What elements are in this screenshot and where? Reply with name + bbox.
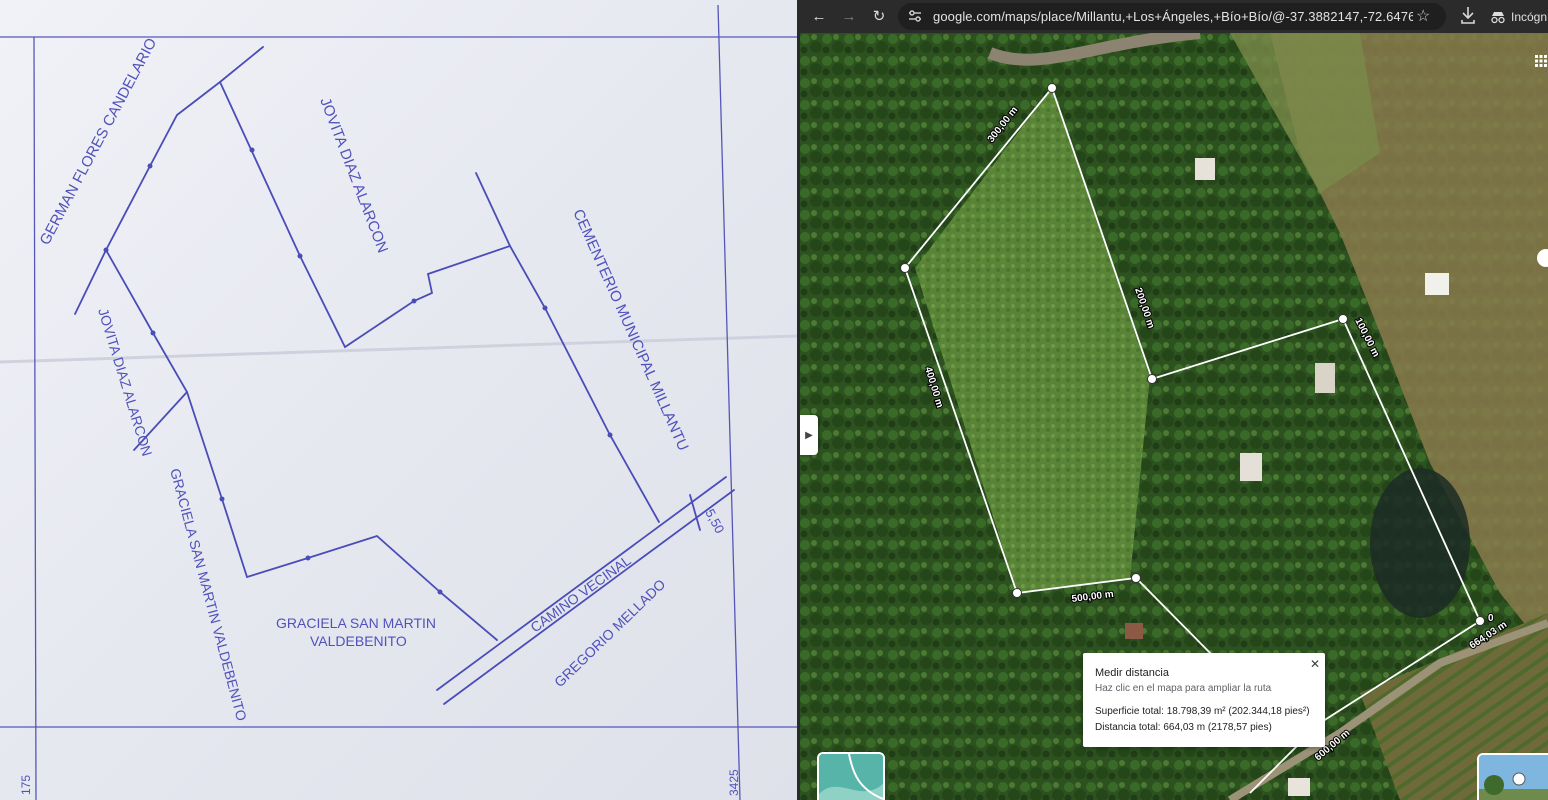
measure-distance-card: Medir distancia Haz clic en el mapa para… xyxy=(1083,653,1325,747)
layers-toggle-button[interactable] xyxy=(817,752,885,800)
route-vertex[interactable] xyxy=(1475,616,1485,626)
route-vertex[interactable] xyxy=(1131,573,1141,583)
browser-toolbar: ← → ↻ google.com/maps/place/Millantu,+Lo… xyxy=(800,0,1548,33)
url-text: google.com/maps/place/Millantu,+Los+Ánge… xyxy=(933,9,1413,24)
measure-hint: Haz clic en el mapa para ampliar la ruta xyxy=(1095,683,1272,694)
map-control-button[interactable] xyxy=(1537,249,1548,267)
house-roof xyxy=(1315,363,1335,393)
street-view-preview xyxy=(1479,755,1548,800)
browser-window: ← → ↻ google.com/maps/place/Millantu,+Lo… xyxy=(800,0,1548,800)
route-start-marker: 0 xyxy=(1488,613,1494,624)
close-icon[interactable]: ✕ xyxy=(1310,657,1320,671)
incognito-profile[interactable]: Incógn xyxy=(1490,0,1547,33)
caret-right-icon: ▶ xyxy=(805,429,813,441)
bookmark-star-icon[interactable]: ☆ xyxy=(1416,6,1430,26)
measure-distance-total: Distancia total: 664,03 m (2178,57 pies) xyxy=(1095,722,1272,733)
plan-drawing: GERMAN FLORES CANDELARIO JOVITA DIAZ ALA… xyxy=(0,0,797,800)
address-bar[interactable]: google.com/maps/place/Millantu,+Los+Ánge… xyxy=(898,3,1446,30)
house-roof xyxy=(1425,273,1449,295)
house-roof xyxy=(1240,453,1262,481)
route-vertex[interactable] xyxy=(1047,83,1057,93)
label-margin-right: 3425 xyxy=(727,769,741,796)
house-roof xyxy=(1195,158,1215,180)
collapse-panel-button[interactable]: ▶ xyxy=(800,415,818,455)
label-graciela-south-2: VALDEBENITO xyxy=(310,633,407,649)
route-vertex[interactable] xyxy=(1338,314,1348,324)
route-vertex[interactable] xyxy=(1147,374,1157,384)
street-view-thumbnail[interactable] xyxy=(1477,753,1548,800)
reload-icon[interactable]: ↻ xyxy=(868,5,890,27)
profile-label: Incógn xyxy=(1511,9,1548,24)
forward-icon[interactable]: → xyxy=(838,5,860,27)
apps-grid-icon[interactable] xyxy=(1535,55,1547,67)
house-roof xyxy=(1288,778,1310,796)
house-roof xyxy=(1125,623,1143,639)
measure-title: Medir distancia xyxy=(1095,667,1169,679)
satellite-map[interactable]: 300,00 m 200,00 m 100,00 m 400,00 m 500,… xyxy=(800,33,1548,800)
measure-area-total: Superficie total: 18.798,39 m² (202.344,… xyxy=(1095,706,1310,717)
download-icon[interactable] xyxy=(1459,5,1477,25)
layers-thumbnail xyxy=(819,754,883,800)
incognito-icon xyxy=(1491,11,1505,23)
route-vertex[interactable] xyxy=(1012,588,1022,598)
label-graciela-south-1: GRACIELA SAN MARTIN xyxy=(276,615,436,631)
label-margin-left: 175 xyxy=(19,775,33,795)
back-icon[interactable]: ← xyxy=(808,5,830,27)
property-plan-photo: GERMAN FLORES CANDELARIO JOVITA DIAZ ALA… xyxy=(0,0,797,800)
site-settings-icon[interactable] xyxy=(907,8,923,24)
route-vertex[interactable] xyxy=(900,263,910,273)
